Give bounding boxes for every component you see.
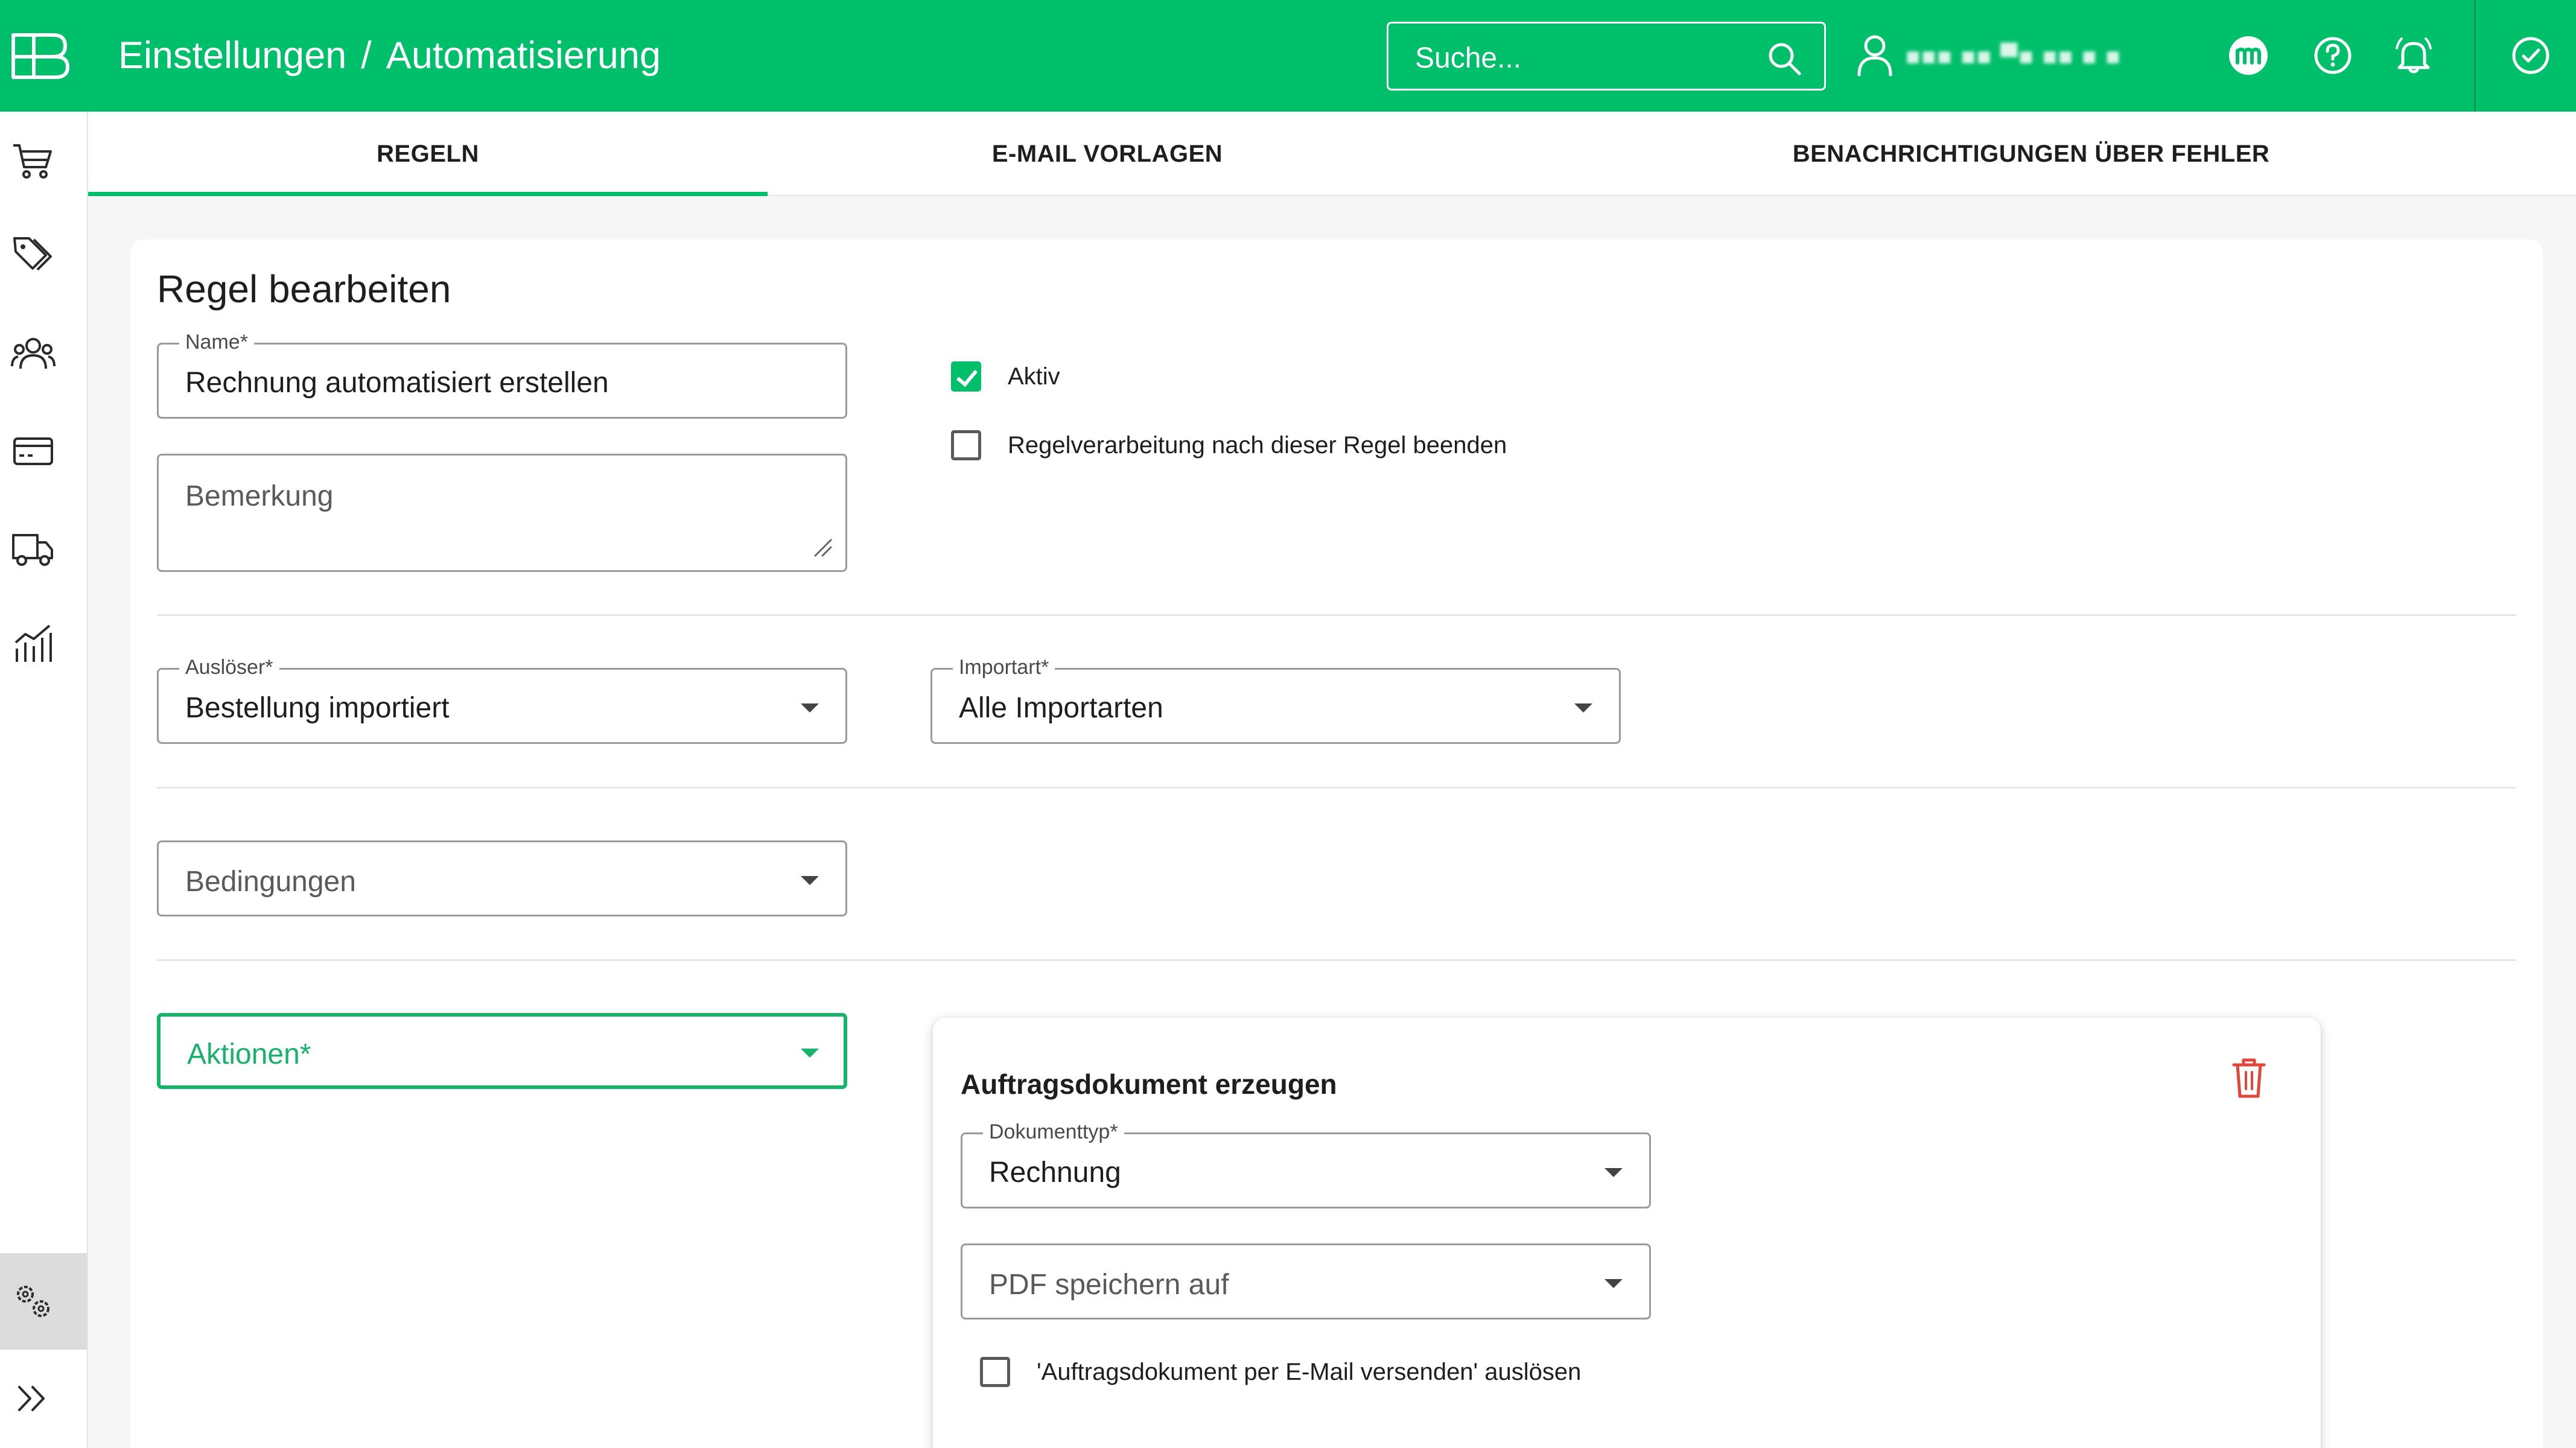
app-logo-icon[interactable] bbox=[8, 29, 71, 83]
name-label: Name* bbox=[179, 329, 254, 355]
stop-processing-checkbox[interactable] bbox=[951, 430, 981, 460]
tab-email-templates[interactable]: E-MAIL VORLAGEN bbox=[768, 112, 1447, 196]
name-field[interactable]: Name* Rechnung automatisiert erstellen bbox=[157, 329, 847, 419]
section-divider bbox=[157, 787, 2516, 789]
actions-select[interactable]: Aktionen* bbox=[157, 1013, 847, 1089]
name-value: Rechnung automatisiert erstellen bbox=[185, 367, 609, 399]
remark-placeholder: Bemerkung bbox=[185, 480, 334, 512]
dropdown-arrow-icon bbox=[801, 876, 819, 885]
trigger-select[interactable]: Auslöser* Bestellung importiert bbox=[157, 654, 847, 744]
marketplace-badge-icon[interactable] bbox=[2228, 35, 2269, 76]
import-type-label: Importart* bbox=[953, 654, 1055, 681]
resize-handle-icon[interactable] bbox=[813, 538, 833, 558]
search-input[interactable]: Suche... bbox=[1387, 22, 1826, 91]
dropdown-arrow-icon bbox=[1604, 1168, 1623, 1177]
stop-processing-label: Regelverarbeitung nach dieser Regel been… bbox=[1008, 432, 1507, 459]
tab-rules[interactable]: REGELN bbox=[88, 112, 768, 196]
truck-icon[interactable] bbox=[11, 527, 56, 571]
conditions-select[interactable]: Bedingungen bbox=[157, 840, 847, 916]
card-title: Regel bearbeiten bbox=[157, 267, 451, 311]
active-label: Aktiv bbox=[1008, 363, 1060, 390]
rule-edit-card: Regel bearbeiten Name* Rechnung automati… bbox=[130, 240, 2543, 1448]
stop-processing-checkbox-row[interactable]: Regelverarbeitung nach dieser Regel been… bbox=[951, 430, 1507, 460]
notifications-bell-icon[interactable] bbox=[2393, 35, 2434, 76]
dropdown-arrow-icon bbox=[801, 703, 819, 713]
active-checkbox[interactable] bbox=[951, 361, 981, 392]
pdf-save-location-select[interactable]: PDF speichern auf bbox=[961, 1243, 1651, 1319]
email-trigger-checkbox-row[interactable]: 'Auftragsdokument per E-Mail versenden' … bbox=[980, 1357, 1581, 1387]
tab-error-notifications[interactable]: BENACHRICHTIGUNGEN ÜBER FEHLER bbox=[1476, 112, 2576, 196]
action-card-title: Auftragsdokument erzeugen bbox=[961, 1069, 1337, 1100]
user-icon[interactable] bbox=[1856, 34, 1894, 77]
document-type-select[interactable]: Dokumenttyp* Rechnung bbox=[961, 1119, 1651, 1208]
dropdown-arrow-icon bbox=[801, 1049, 819, 1058]
import-type-select[interactable]: Importart* Alle Importarten bbox=[930, 654, 1621, 744]
payment-card-icon[interactable] bbox=[11, 429, 56, 474]
page-title: Automatisierung bbox=[386, 34, 661, 77]
settings-gears-icon[interactable] bbox=[11, 1278, 56, 1323]
pdf-save-placeholder: PDF speichern auf bbox=[989, 1269, 1229, 1301]
breadcrumb: Einstellungen / Automatisierung bbox=[118, 31, 661, 80]
delete-trash-icon[interactable] bbox=[2230, 1056, 2268, 1100]
help-icon[interactable] bbox=[2312, 35, 2353, 76]
done-check-icon[interactable] bbox=[2510, 35, 2551, 76]
dropdown-arrow-icon bbox=[1574, 703, 1592, 713]
active-checkbox-row[interactable]: Aktiv bbox=[951, 361, 1060, 392]
dropdown-arrow-icon bbox=[1604, 1279, 1623, 1288]
user-name-redacted[interactable]: ■■■ ■■ ▀■ ■■ ■ ■ bbox=[1906, 40, 2165, 74]
top-bar: Einstellungen / Automatisierung Suche...… bbox=[0, 0, 2576, 112]
conditions-placeholder: Bedingungen bbox=[185, 866, 356, 898]
email-trigger-checkbox[interactable] bbox=[980, 1357, 1010, 1387]
action-card-order-document: Auftragsdokument erzeugen Dokumenttyp* R… bbox=[933, 1018, 2321, 1448]
search-placeholder: Suche... bbox=[1415, 42, 1522, 74]
customers-icon[interactable] bbox=[11, 331, 56, 376]
expand-chevrons-icon[interactable] bbox=[11, 1376, 56, 1421]
section-divider bbox=[157, 614, 2516, 616]
actions-placeholder: Aktionen* bbox=[187, 1038, 311, 1070]
top-bar-divider bbox=[2474, 0, 2476, 112]
section-divider bbox=[157, 959, 2516, 961]
trigger-value: Bestellung importiert bbox=[185, 692, 450, 724]
trigger-label: Auslöser* bbox=[179, 654, 279, 681]
remark-textarea[interactable]: Bemerkung bbox=[157, 454, 847, 572]
sidebar bbox=[0, 112, 88, 1448]
search-icon[interactable] bbox=[1766, 40, 1802, 77]
cart-icon[interactable] bbox=[11, 138, 56, 183]
email-trigger-label: 'Auftragsdokument per E-Mail versenden' … bbox=[1037, 1359, 1582, 1385]
tab-bar: REGELN E-MAIL VORLAGEN BENACHRICHTIGUNGE… bbox=[88, 112, 2576, 196]
breadcrumb-section[interactable]: Einstellungen bbox=[118, 31, 346, 80]
tags-icon[interactable] bbox=[11, 233, 56, 278]
breadcrumb-separator: / bbox=[361, 34, 372, 77]
document-type-value: Rechnung bbox=[989, 1157, 1121, 1189]
import-type-value: Alle Importarten bbox=[959, 692, 1163, 724]
document-type-label: Dokumenttyp* bbox=[983, 1119, 1124, 1145]
analytics-icon[interactable] bbox=[11, 622, 56, 667]
